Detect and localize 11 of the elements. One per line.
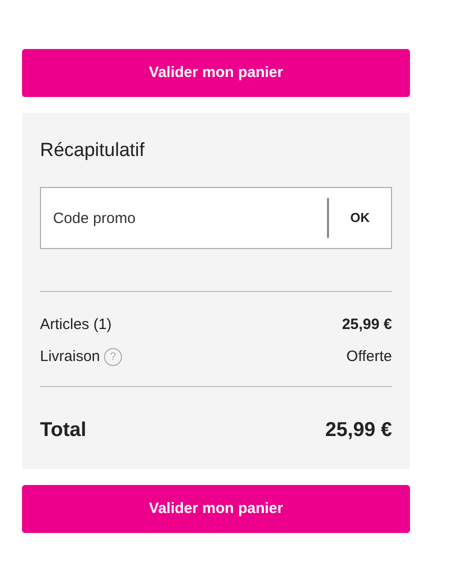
- promo-ok-button[interactable]: OK: [329, 188, 391, 248]
- total-label: Total: [40, 418, 86, 443]
- total-value: 25,99 €: [325, 418, 392, 443]
- line-value: Offerte: [346, 346, 392, 367]
- validate-cart-button[interactable]: Valider mon panier: [22, 485, 410, 533]
- summary-title: Récapitulatif: [40, 139, 146, 163]
- validate-cart-button[interactable]: Valider mon panier: [22, 49, 410, 97]
- line-value: 25,99 €: [342, 314, 392, 335]
- line-label: Articles (1): [40, 314, 112, 335]
- promo-field[interactable]: Code promo OK: [40, 187, 392, 249]
- line-label: Livraison: [40, 346, 100, 367]
